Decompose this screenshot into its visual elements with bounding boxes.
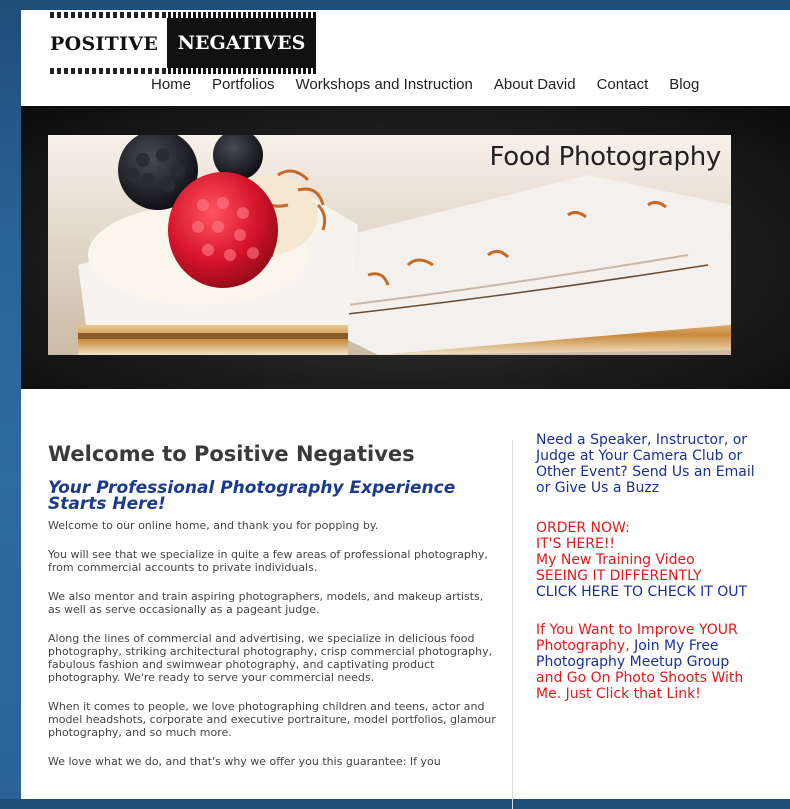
specialize-paragraph: You will see that we specialize in quite… bbox=[48, 548, 488, 574]
hero-banner: Food Photography bbox=[21, 106, 790, 389]
check-it-out-link[interactable]: CLICK HERE TO CHECK IT OUT bbox=[536, 584, 756, 600]
site-logo[interactable]: POSITIVE NEGATIVES bbox=[50, 12, 316, 76]
speaker-link[interactable]: Need a Speaker, Instructor, or Judge at … bbox=[536, 432, 756, 496]
column-divider bbox=[512, 440, 513, 809]
meetup-block: If You Want to Improve YOUR Photography,… bbox=[536, 622, 756, 702]
sidebar: Need a Speaker, Instructor, or Judge at … bbox=[536, 432, 756, 702]
logo-negative-box: NEGATIVES bbox=[167, 18, 316, 68]
people-paragraph: When it comes to people, we love photogr… bbox=[48, 700, 496, 739]
order-block: ORDER NOW: IT'S HERE!! My New Training V… bbox=[536, 520, 756, 600]
intro-paragraph: Welcome to our online home, and thank yo… bbox=[48, 519, 379, 532]
banner-title: Food Photography bbox=[489, 142, 722, 172]
page: POSITIVE NEGATIVES Home Portfolios Works… bbox=[21, 10, 790, 809]
mentor-paragraph: We also mentor and train aspiring photog… bbox=[48, 590, 484, 616]
nav-blog[interactable]: Blog bbox=[669, 74, 699, 96]
logo-positive-text: POSITIVE bbox=[50, 33, 159, 55]
nav-contact[interactable]: Contact bbox=[597, 74, 649, 96]
food-photo-image: Food Photography bbox=[48, 135, 731, 355]
main-content: Welcome to Positive Negatives Your Profe… bbox=[48, 440, 498, 768]
training-video-text: My New Training Video bbox=[536, 552, 695, 568]
page-subtitle: Your Professional Photography Experience… bbox=[48, 478, 456, 514]
nav-about[interactable]: About David bbox=[494, 74, 576, 96]
main-nav: Home Portfolios Workshops and Instructio… bbox=[151, 74, 720, 96]
nav-portfolios[interactable]: Portfolios bbox=[212, 74, 275, 96]
click-link-text[interactable]: Just Click that Link! bbox=[566, 686, 701, 702]
video-title-text: SEEING IT DIFFERENTLY bbox=[536, 568, 702, 584]
logo-negatives-text: NEGATIVES bbox=[177, 32, 306, 54]
commercial-paragraph: Along the lines of commercial and advert… bbox=[48, 632, 493, 684]
nav-home[interactable]: Home bbox=[151, 74, 191, 96]
page-title: Welcome to Positive Negatives bbox=[48, 442, 415, 466]
nav-workshops[interactable]: Workshops and Instruction bbox=[296, 74, 473, 96]
its-here-text: IT'S HERE!! bbox=[536, 536, 616, 552]
guarantee-paragraph: We love what we do, and that's why we of… bbox=[48, 755, 441, 768]
order-now-text: ORDER NOW: bbox=[536, 520, 630, 536]
